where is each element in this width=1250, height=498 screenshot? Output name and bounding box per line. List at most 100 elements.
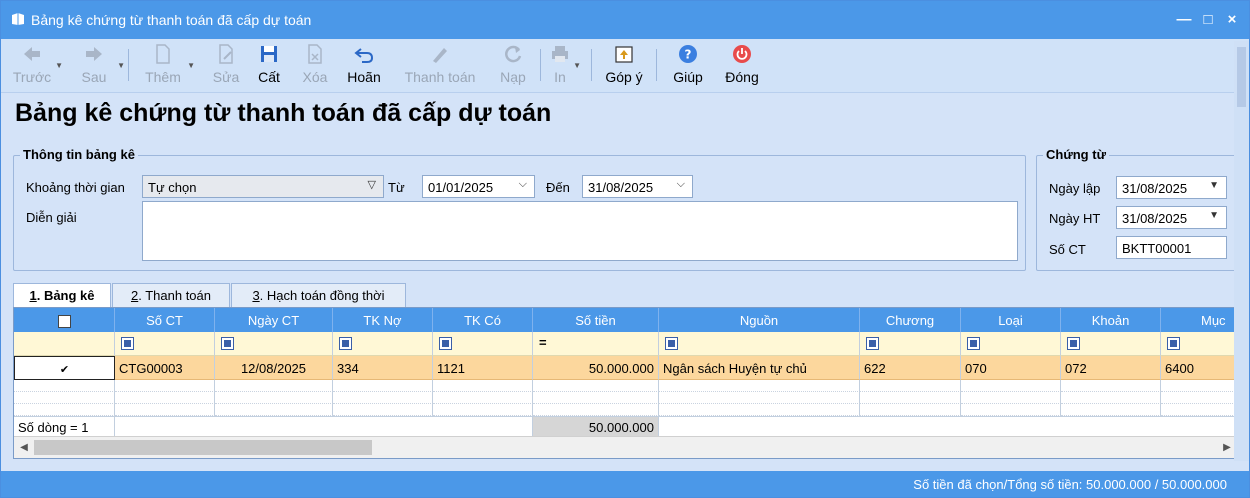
- cell-loai[interactable]: 070: [961, 356, 1061, 380]
- chevron-down-icon: ⌵: [676, 178, 685, 190]
- cell-tk-co[interactable]: 1121: [433, 356, 533, 380]
- delete-button[interactable]: Xóa: [298, 41, 332, 91]
- cell-ngay-ct[interactable]: 12/08/2025: [215, 356, 333, 380]
- filter-ngay-ct[interactable]: [215, 332, 333, 356]
- power-icon: [733, 45, 751, 63]
- chevron-down-icon[interactable]: ▼: [573, 61, 581, 70]
- new-document-icon: [156, 44, 170, 64]
- scroll-left-icon[interactable]: ◀: [16, 440, 32, 456]
- voucher-grid: ✔ Số CT Ngày CT TK Nợ TK Có Số tiền Nguồ…: [13, 307, 1238, 459]
- tab-bang-ke[interactable]: 1. Bảng kê: [13, 283, 111, 309]
- col-header-muc[interactable]: Mục: [1161, 308, 1237, 332]
- filter-icon[interactable]: [665, 337, 678, 351]
- chevron-down-icon[interactable]: ▼: [55, 61, 63, 70]
- toolbar-separator: [128, 49, 129, 81]
- edit-document-icon: [219, 44, 233, 64]
- select-all-checkbox-cell[interactable]: ✔: [14, 308, 115, 332]
- chevron-down-icon: ▼: [1209, 210, 1219, 221]
- filter-icon[interactable]: [1167, 337, 1180, 351]
- col-header-chuong[interactable]: Chương: [860, 308, 961, 332]
- cell-khoan[interactable]: 072: [1061, 356, 1161, 380]
- print-button[interactable]: In ▼: [547, 41, 581, 91]
- period-select[interactable]: Tự chọn ▽: [142, 175, 384, 198]
- toolbar: Trước ▼ Sau ▼ Thêm ▼ Sửa Cất Xóa Hoãn Th…: [1, 39, 1249, 93]
- undo-button[interactable]: Hoãn: [343, 41, 385, 91]
- save-button[interactable]: Cất: [254, 41, 284, 91]
- undo-icon: [354, 48, 374, 63]
- status-text: Số tiền đã chọn/Tổng số tiền: 50.000.000…: [913, 477, 1227, 492]
- pay-button[interactable]: Thanh toán: [401, 41, 479, 91]
- filter-tk-co[interactable]: [433, 332, 533, 356]
- filter-muc[interactable]: [1161, 332, 1237, 356]
- chevron-down-icon[interactable]: ▼: [187, 61, 195, 70]
- cell-so-tien[interactable]: 50.000.000: [533, 356, 659, 380]
- scroll-thumb[interactable]: [34, 440, 372, 455]
- filter-icon[interactable]: [439, 337, 452, 351]
- col-header-ngay-ct[interactable]: Ngày CT: [215, 308, 333, 332]
- description-input[interactable]: [142, 201, 1018, 261]
- load-button[interactable]: Nạp: [497, 41, 529, 91]
- filter-icon[interactable]: [121, 337, 134, 351]
- close-button[interactable]: Đóng: [721, 41, 763, 91]
- col-header-tk-no[interactable]: TK Nợ: [333, 308, 433, 332]
- add-button[interactable]: Thêm ▼: [141, 41, 195, 91]
- toolbar-separator: [540, 49, 541, 81]
- voucher-no-label: Số CT: [1049, 242, 1086, 257]
- horizontal-scrollbar[interactable]: ◀ ▶: [14, 436, 1237, 458]
- row-checkbox-cell[interactable]: ✔: [14, 356, 115, 380]
- feedback-icon: [615, 46, 633, 63]
- col-header-so-tien[interactable]: Số tiền: [533, 308, 659, 332]
- maximize-button[interactable]: □: [1197, 9, 1219, 31]
- filter-khoan[interactable]: [1061, 332, 1161, 356]
- close-window-button[interactable]: ×: [1221, 9, 1243, 31]
- row-checkbox[interactable]: ✔: [58, 365, 71, 378]
- col-header-tk-co[interactable]: TK Có: [433, 308, 533, 332]
- filter-icon[interactable]: [339, 337, 352, 351]
- cell-so-ct[interactable]: CTG00003: [115, 356, 215, 380]
- from-date-picker[interactable]: 01/01/2025 ⌵: [422, 175, 535, 198]
- col-header-so-ct[interactable]: Số CT: [115, 308, 215, 332]
- toolbar-separator: [656, 49, 657, 81]
- filter-cell: [14, 332, 115, 356]
- filter-so-ct[interactable]: [115, 332, 215, 356]
- voucher-no-input[interactable]: BKTT00001: [1116, 236, 1227, 259]
- svg-text:?: ?: [685, 48, 692, 62]
- back-button[interactable]: Trước ▼: [11, 41, 63, 91]
- select-all-checkbox[interactable]: ✔: [57, 315, 71, 328]
- col-header-nguon[interactable]: Nguồn: [659, 308, 860, 332]
- cell-muc[interactable]: 6400: [1161, 356, 1237, 380]
- cell-nguon[interactable]: Ngân sách Huyện tự chủ: [659, 356, 860, 380]
- created-date-label: Ngày lập: [1049, 181, 1101, 196]
- minimize-button[interactable]: —: [1173, 9, 1195, 31]
- to-date-picker[interactable]: 31/08/2025 ⌵: [582, 175, 693, 198]
- filter-chuong[interactable]: [860, 332, 961, 356]
- page-title: Bảng kê chứng từ thanh toán đã cấp dự to…: [15, 99, 552, 127]
- col-header-khoan[interactable]: Khoản: [1061, 308, 1161, 332]
- vertical-scroll-thumb[interactable]: [1237, 47, 1246, 107]
- tab-thanh-toan[interactable]: 2. Thanh toán: [112, 283, 230, 308]
- edit-button[interactable]: Sửa: [209, 41, 243, 91]
- tab-hach-toan[interactable]: 3. Hạch toán đồng thời: [231, 283, 406, 308]
- filter-loai[interactable]: [961, 332, 1061, 356]
- help-button[interactable]: ? Giúp: [669, 41, 707, 91]
- cell-tk-no[interactable]: 334: [333, 356, 433, 380]
- posted-date-label: Ngày HT: [1049, 211, 1101, 226]
- vertical-scrollbar[interactable]: [1234, 41, 1249, 461]
- info-group-legend: Thông tin bảng kê: [20, 147, 138, 162]
- feedback-button[interactable]: Góp ý: [602, 41, 646, 91]
- filter-icon[interactable]: [967, 337, 980, 351]
- scroll-right-icon[interactable]: ▶: [1219, 440, 1235, 456]
- filter-icon[interactable]: [866, 337, 879, 351]
- chevron-down-icon[interactable]: ▼: [117, 61, 125, 70]
- filter-icon[interactable]: [221, 337, 234, 351]
- forward-button[interactable]: Sau ▼: [73, 41, 125, 91]
- filter-icon[interactable]: [1067, 337, 1080, 351]
- cell-chuong[interactable]: 622: [860, 356, 961, 380]
- voucher-group: Chứng từ Ngày lập 31/08/2025 ▼ Ngày HT 3…: [1036, 147, 1239, 271]
- col-header-loai[interactable]: Loại: [961, 308, 1061, 332]
- filter-so-tien[interactable]: =: [533, 332, 659, 356]
- filter-tk-no[interactable]: [333, 332, 433, 356]
- posted-date-picker[interactable]: 31/08/2025 ▼: [1116, 206, 1227, 229]
- filter-nguon[interactable]: [659, 332, 860, 356]
- created-date-picker[interactable]: 31/08/2025 ▼: [1116, 176, 1227, 199]
